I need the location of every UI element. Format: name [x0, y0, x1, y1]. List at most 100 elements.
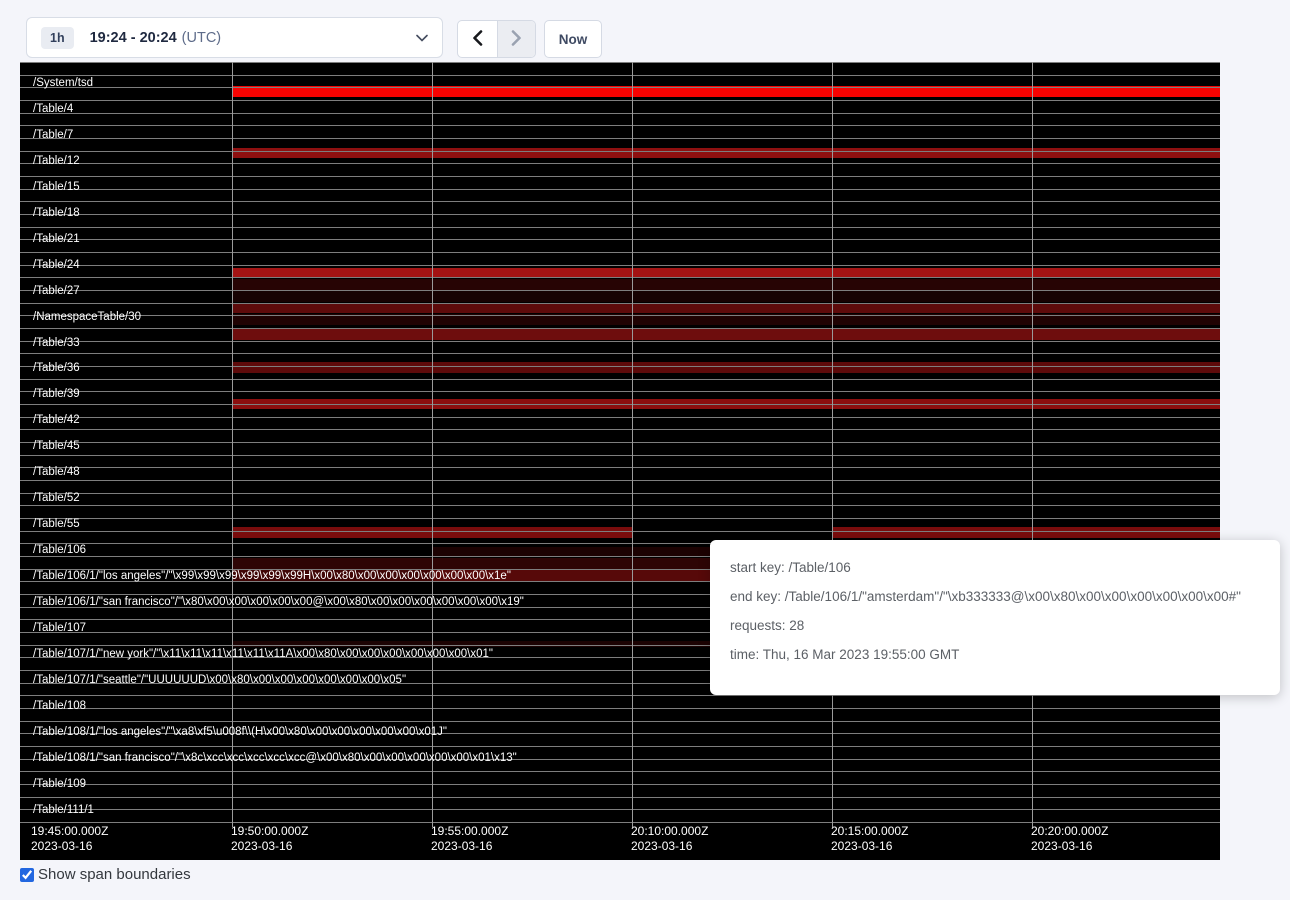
row-label: /Table/108: [33, 700, 86, 712]
show-span-boundaries-label: Show span boundaries: [38, 866, 191, 883]
span-boundary-line: [20, 505, 1220, 506]
span-boundary-line: [20, 239, 1220, 240]
x-axis-tick: 19:45:00.000Z2023-03-16: [31, 824, 108, 854]
span-boundary-line: [20, 366, 1220, 367]
time-grid-line: [1032, 62, 1033, 827]
span-boundary-line: [20, 531, 1220, 532]
time-grid-line: [232, 62, 233, 827]
span-boundary-line: [20, 87, 1220, 88]
span-boundary-line: [20, 176, 1220, 177]
tooltip-time: time: Thu, 16 Mar 2023 19:55:00 GMT: [730, 647, 1280, 662]
heat-band[interactable]: [232, 279, 1220, 290]
span-boundary-line: [20, 797, 1220, 798]
row-label: /Table/106/1/"san francisco"/"\x80\x00\x…: [33, 596, 524, 608]
row-label: /Table/107/1/"new york"/"\x11\x11\x11\x1…: [33, 648, 493, 660]
heat-band[interactable]: [232, 328, 1220, 340]
x-axis-tick: 19:55:00.000Z2023-03-16: [431, 824, 508, 854]
heat-band[interactable]: [832, 527, 1220, 538]
row-label: /System/tsd: [33, 77, 93, 89]
chevron-right-icon: [511, 30, 522, 49]
row-label: /Table/18: [33, 207, 80, 219]
row-label: /Table/108/1/"san francisco"/"\x8c\xcc\x…: [33, 752, 517, 764]
span-boundary-line: [20, 151, 1220, 152]
row-label: /Table/108/1/"los angeles"/"\xa8\xf5\u00…: [33, 726, 447, 738]
tooltip-requests: requests: 28: [730, 618, 1280, 633]
span-tooltip: start key: /Table/106 end key: /Table/10…: [710, 540, 1280, 695]
row-label: /Table/33: [33, 337, 80, 349]
row-label: /Table/12: [33, 155, 80, 167]
time-grid-line: [432, 62, 433, 827]
span-boundary-line: [20, 201, 1220, 202]
x-axis-tick: 20:10:00.000Z2023-03-16: [631, 824, 708, 854]
span-boundary-line: [20, 303, 1220, 304]
x-axis-tick: 20:20:00.000Z2023-03-16: [1031, 824, 1108, 854]
span-boundary-line: [20, 404, 1220, 405]
span-boundary-line: [20, 227, 1220, 228]
show-span-boundaries-checkbox[interactable]: [20, 868, 34, 882]
span-boundary-line: [20, 113, 1220, 114]
span-boundary-line: [20, 417, 1220, 418]
row-label: /Table/106: [33, 544, 86, 556]
chevron-left-icon: [472, 30, 483, 49]
row-label: /Table/21: [33, 233, 80, 245]
row-label: /Table/55: [33, 518, 80, 530]
span-boundary-line: [20, 252, 1220, 253]
span-boundary-line: [20, 809, 1220, 810]
span-boundary-line: [20, 746, 1220, 747]
span-boundary-line: [20, 328, 1220, 329]
span-boundary-line: [20, 125, 1220, 126]
span-boundary-line: [20, 214, 1220, 215]
next-range-button[interactable]: [497, 21, 536, 57]
row-label: /Table/4: [33, 103, 73, 115]
span-boundary-line: [20, 493, 1220, 494]
tooltip-start-key: start key: /Table/106: [730, 560, 1280, 575]
row-label: /Table/27: [33, 285, 80, 297]
span-boundary-line: [20, 290, 1220, 291]
now-button[interactable]: Now: [544, 20, 602, 58]
span-boundary-line: [20, 721, 1220, 722]
x-axis-tick: 20:15:00.000Z2023-03-16: [831, 824, 908, 854]
span-boundary-line: [20, 100, 1220, 101]
span-boundary-line: [20, 341, 1220, 342]
row-label: /NamespaceTable/30: [33, 311, 141, 323]
key-visualizer-canvas[interactable]: 19:45:00.000Z2023-03-1619:50:00.000Z2023…: [20, 62, 1220, 860]
row-label: /Table/39: [33, 388, 80, 400]
span-boundary-line: [20, 480, 1220, 481]
span-boundary-line: [20, 315, 1220, 316]
tooltip-end-key: end key: /Table/106/1/"amsterdam"/"\xb33…: [730, 589, 1280, 604]
chevron-down-icon: [416, 34, 428, 42]
span-boundary-line: [20, 391, 1220, 392]
span-boundary-line: [20, 62, 1220, 63]
heat-band[interactable]: [232, 290, 1220, 302]
heat-band[interactable]: [232, 362, 1220, 373]
row-label: /Table/36: [33, 362, 80, 374]
heat-band[interactable]: [232, 303, 1220, 313]
time-range-duration-badge: 1h: [41, 27, 74, 49]
time-range-label: 19:24 - 20:24: [90, 30, 177, 46]
row-label: /Table/106/1/"los angeles"/"\x99\x99\x99…: [33, 570, 511, 582]
span-boundary-line: [20, 265, 1220, 266]
heat-band[interactable]: [232, 148, 1220, 158]
row-label: /Table/48: [33, 466, 80, 478]
span-boundary-line: [20, 455, 1220, 456]
prev-range-button[interactable]: [458, 21, 497, 57]
row-label: /Table/45: [33, 440, 80, 452]
span-boundary-line: [20, 163, 1220, 164]
row-label: /Table/111/1: [33, 804, 94, 816]
row-label: /Table/107/1/"seattle"/"UUUUUUD\x00\x80\…: [33, 674, 406, 686]
row-label: /Table/24: [33, 259, 80, 271]
span-boundary-line: [20, 771, 1220, 772]
time-range-dropdown[interactable]: 1h 19:24 - 20:24 (UTC): [26, 17, 443, 58]
row-label: /Table/42: [33, 414, 80, 426]
span-boundary-line: [20, 784, 1220, 785]
time-grid-line: [632, 62, 633, 827]
show-span-boundaries-control[interactable]: Show span boundaries: [20, 866, 191, 883]
toolbar: 1h 19:24 - 20:24 (UTC) Now: [0, 0, 1290, 62]
span-boundary-line: [20, 429, 1220, 430]
span-boundary-line: [20, 379, 1220, 380]
row-label: /Table/109: [33, 778, 86, 790]
row-label: /Table/15: [33, 181, 80, 193]
span-boundary-line: [20, 442, 1220, 443]
span-boundary-line: [20, 822, 1220, 823]
span-boundary-line: [20, 695, 1220, 696]
